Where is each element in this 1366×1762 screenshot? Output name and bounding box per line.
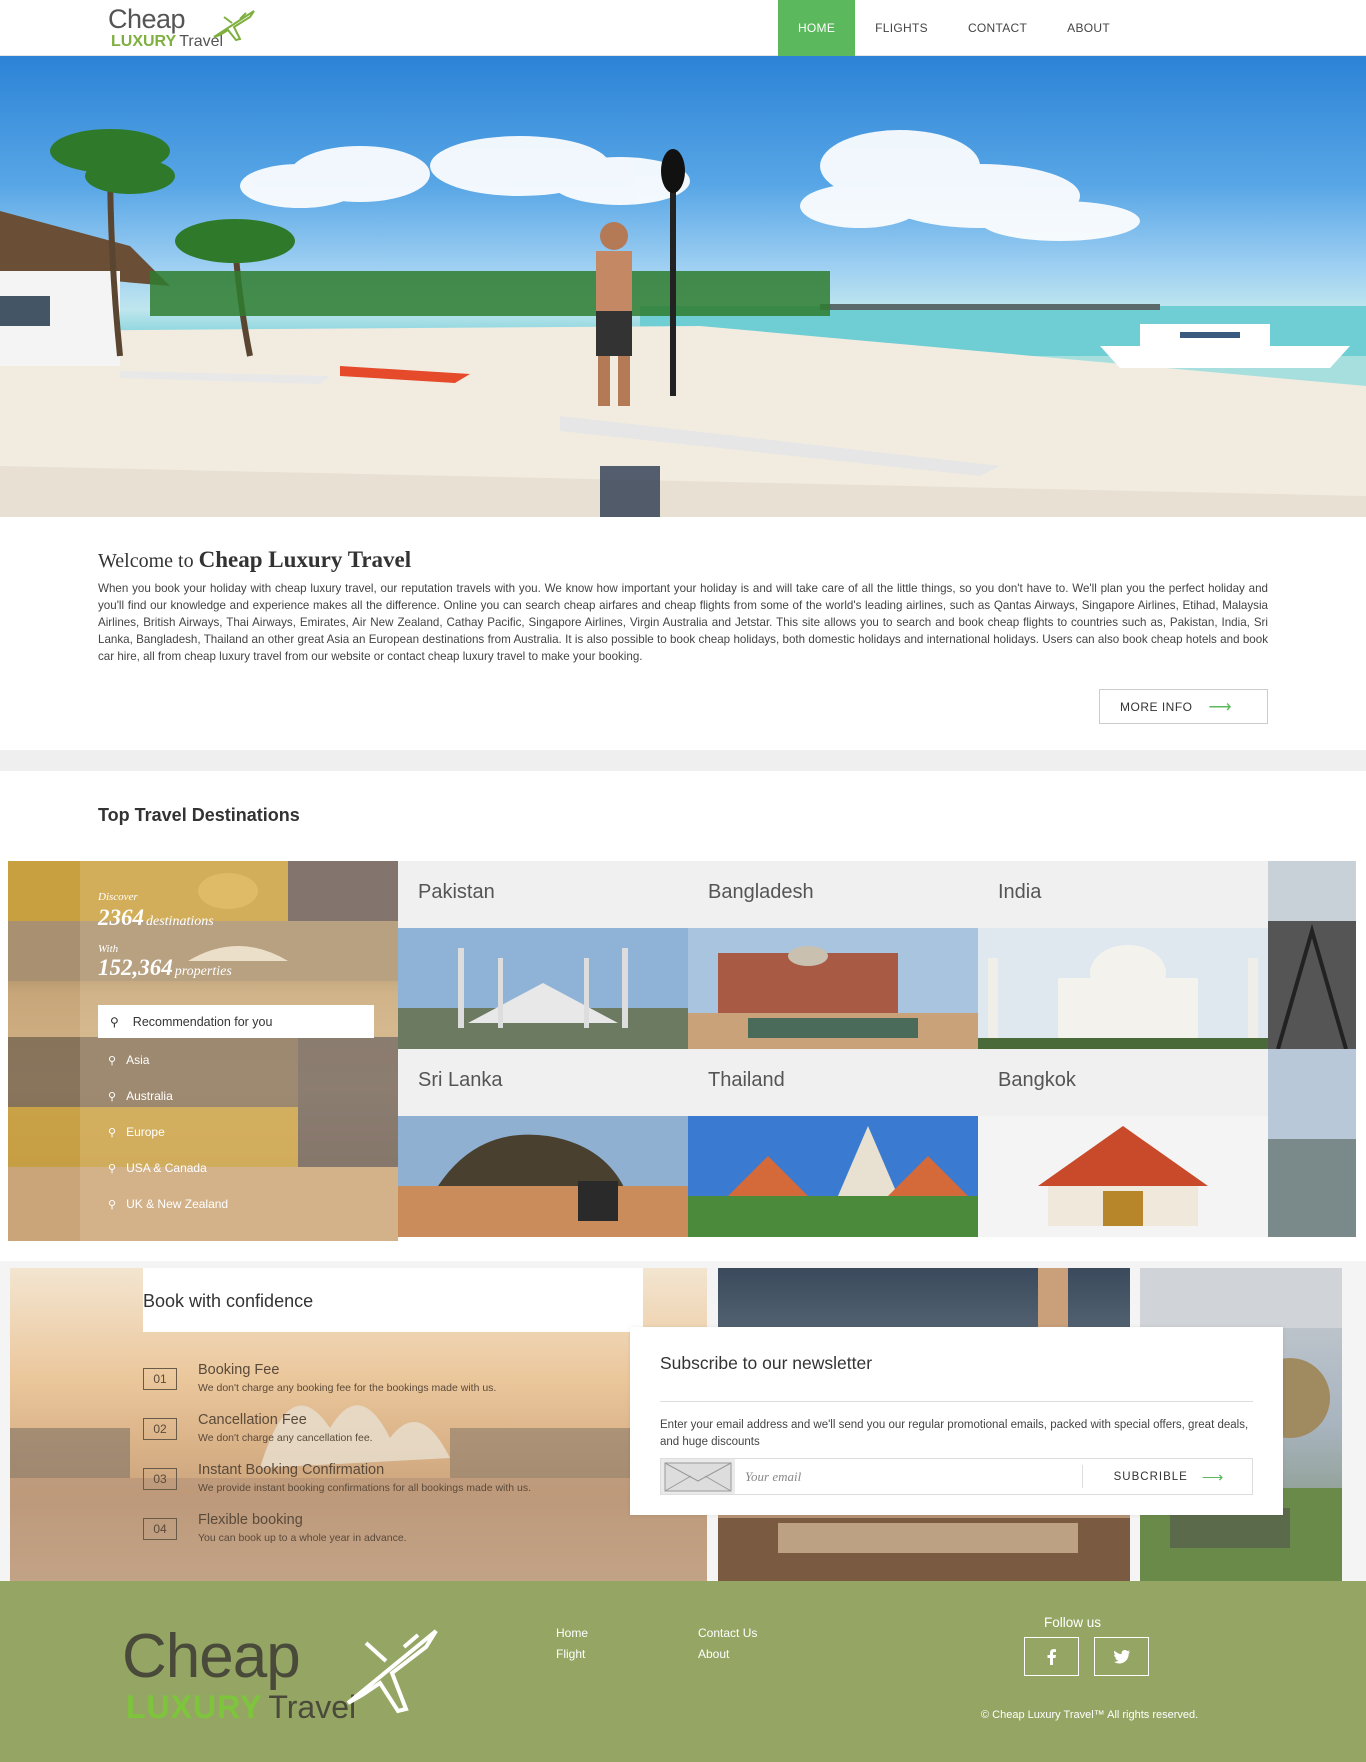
nav-flights[interactable]: FLIGHTS <box>855 0 948 56</box>
site-header: Cheap LUXURY Travel HOME FLIGHTS CONTACT … <box>0 0 1366 56</box>
book-title: Book with confidence <box>143 1291 314 1311</box>
map-pin-icon: ⚲ <box>108 1091 117 1103</box>
facebook-icon[interactable] <box>1024 1637 1079 1676</box>
feature-title: Instant Booking Confirmation <box>198 1462 385 1478</box>
arrow-right-icon: ⟶ <box>1208 698 1232 716</box>
nav-home[interactable]: HOME <box>777 0 856 56</box>
sri-lanka-rock-image <box>398 1116 688 1237</box>
beach-scene-image <box>0 129 1366 517</box>
newsletter-title: Subscribe to our newsletter <box>660 1353 873 1373</box>
side-photo-image <box>1268 1049 1356 1237</box>
feature-title: Flexible booking <box>198 1512 303 1528</box>
envelope-icon <box>661 1459 735 1494</box>
destination-card-bangkok[interactable]: Bangkok <box>978 1049 1268 1237</box>
feature-desc: We don't charge any cancellation fee. <box>198 1432 373 1444</box>
envelope-icon <box>664 1462 732 1491</box>
destination-card-bangladesh[interactable]: Bangladesh <box>688 861 978 1049</box>
newsletter-divider <box>660 1401 1253 1402</box>
side-photo-strip <box>1268 861 1356 1049</box>
main-nav: HOME FLIGHTS CONTACT ABOUT <box>777 0 1130 56</box>
destination-name: Bangkok <box>978 1049 1268 1116</box>
region-usa-canada[interactable]: ⚲ USA & Canada <box>108 1161 207 1175</box>
destination-count: 2364 destinations <box>98 905 214 930</box>
destinations-heading: Top Travel Destinations <box>98 805 300 825</box>
arrow-right-icon: ⟶ <box>1201 1468 1225 1486</box>
discover-label: Discover <box>98 891 138 903</box>
bangladesh-fort-image <box>688 928 978 1049</box>
footer-logo[interactable]: Cheap LUXURY Travel <box>122 1621 452 1731</box>
region-uk-nz[interactable]: ⚲ UK & New Zealand <box>108 1197 228 1211</box>
region-australia[interactable]: ⚲ Australia <box>108 1089 173 1103</box>
discover-panel: Discover 2364 destinations With 152,364 pr… <box>8 861 398 1241</box>
email-input[interactable] <box>745 1460 1035 1493</box>
logo-luxury-travel: LUXURY Travel <box>111 33 224 50</box>
welcome-section: Welcome to Cheap Luxury Travel When you … <box>0 517 1366 750</box>
region-asia[interactable]: ⚲ Asia <box>108 1053 149 1067</box>
feature-number: 02 <box>143 1418 177 1440</box>
newsletter-text: Enter your email address and we'll send … <box>660 1419 1249 1448</box>
welcome-text: When you book your holiday with cheap lu… <box>98 582 1268 663</box>
form-separator <box>1082 1465 1083 1488</box>
destination-name: India <box>978 861 1268 928</box>
logo-cheap: Cheap <box>108 4 186 34</box>
side-photo-strip <box>1268 1049 1356 1237</box>
feature-desc: We don't charge any booking fee for the … <box>198 1382 497 1394</box>
subscribe-button[interactable]: SUBCRIBLE ⟶ <box>1085 1459 1253 1494</box>
footer-logo-luxury-travel: LUXURY Travel <box>126 1689 357 1725</box>
plane-icon <box>346 1629 438 1714</box>
map-pin-icon: ⚲ <box>108 1055 117 1067</box>
property-count: 152,364 properties <box>98 955 232 980</box>
map-pin-icon: ⚲ <box>108 1163 117 1175</box>
newsletter-box: Subscribe to our newsletter Enter your e… <box>630 1327 1283 1515</box>
section-divider <box>0 750 1366 771</box>
bangkok-temple-image <box>978 1116 1268 1237</box>
footer-link-flight[interactable]: Flight <box>556 1647 585 1661</box>
destination-card-india[interactable]: India <box>978 861 1268 1049</box>
pakistan-mosque-image <box>398 928 688 1049</box>
plane-icon <box>213 10 255 42</box>
footer-link-about[interactable]: About <box>698 1647 729 1661</box>
feature-title: Booking Fee <box>198 1362 280 1378</box>
destination-name: Sri Lanka <box>398 1049 688 1116</box>
map-pin-icon: ⚲ <box>108 1127 117 1139</box>
destinations-section: Top Travel Destinations Discover 2364 des… <box>0 771 1366 1261</box>
footer-link-contact[interactable]: Contact Us <box>698 1626 757 1640</box>
destination-card-sri-lanka[interactable]: Sri Lanka <box>398 1049 688 1237</box>
footer-link-home[interactable]: Home <box>556 1626 588 1640</box>
feature-number: 04 <box>143 1518 177 1540</box>
footer-logo-cheap: Cheap <box>122 1622 301 1691</box>
with-label: With <box>98 943 119 955</box>
twitter-icon[interactable] <box>1094 1637 1149 1676</box>
map-pin-icon: ⚲ <box>110 1014 119 1029</box>
follow-us-label: Follow us <box>1044 1615 1102 1630</box>
feature-desc: You can book up to a whole year in advan… <box>198 1532 407 1544</box>
hero-banner <box>0 56 1366 517</box>
feature-number: 01 <box>143 1368 177 1390</box>
copyright-text: © Cheap Luxury Travel™ All rights reserv… <box>981 1709 1199 1721</box>
more-info-button[interactable]: MORE INFO ⟶ <box>1099 689 1268 724</box>
facebook-icon <box>1047 1648 1056 1665</box>
site-footer: Cheap LUXURY Travel Home Flight Contact U… <box>0 1581 1366 1762</box>
destination-name: Bangladesh <box>688 861 978 928</box>
nav-about[interactable]: ABOUT <box>1047 0 1130 56</box>
destination-name: Thailand <box>688 1049 978 1116</box>
destination-card-pakistan[interactable]: Pakistan <box>398 861 688 1049</box>
region-europe[interactable]: ⚲ Europe <box>108 1125 165 1139</box>
welcome-title: Welcome to Cheap Luxury Travel <box>98 547 412 572</box>
twitter-icon <box>1113 1649 1130 1663</box>
taj-mahal-image <box>978 928 1268 1049</box>
recommendation-button[interactable]: ⚲ Recommendation for you <box>98 1005 374 1038</box>
destination-name: Pakistan <box>398 861 688 928</box>
destination-card-thailand[interactable]: Thailand <box>688 1049 978 1237</box>
newsletter-form: SUBCRIBLE⟶ <box>660 1458 1253 1495</box>
feature-title: Cancellation Fee <box>198 1412 307 1428</box>
map-pin-icon: ⚲ <box>108 1199 117 1211</box>
thailand-temple-image <box>688 1116 978 1237</box>
site-logo[interactable]: Cheap LUXURY Travel <box>108 4 263 52</box>
feature-desc: We provide instant booking confirmations… <box>198 1482 532 1494</box>
nav-contact[interactable]: CONTACT <box>948 0 1047 56</box>
feature-number: 03 <box>143 1468 177 1490</box>
side-photo-image <box>1268 861 1356 1049</box>
